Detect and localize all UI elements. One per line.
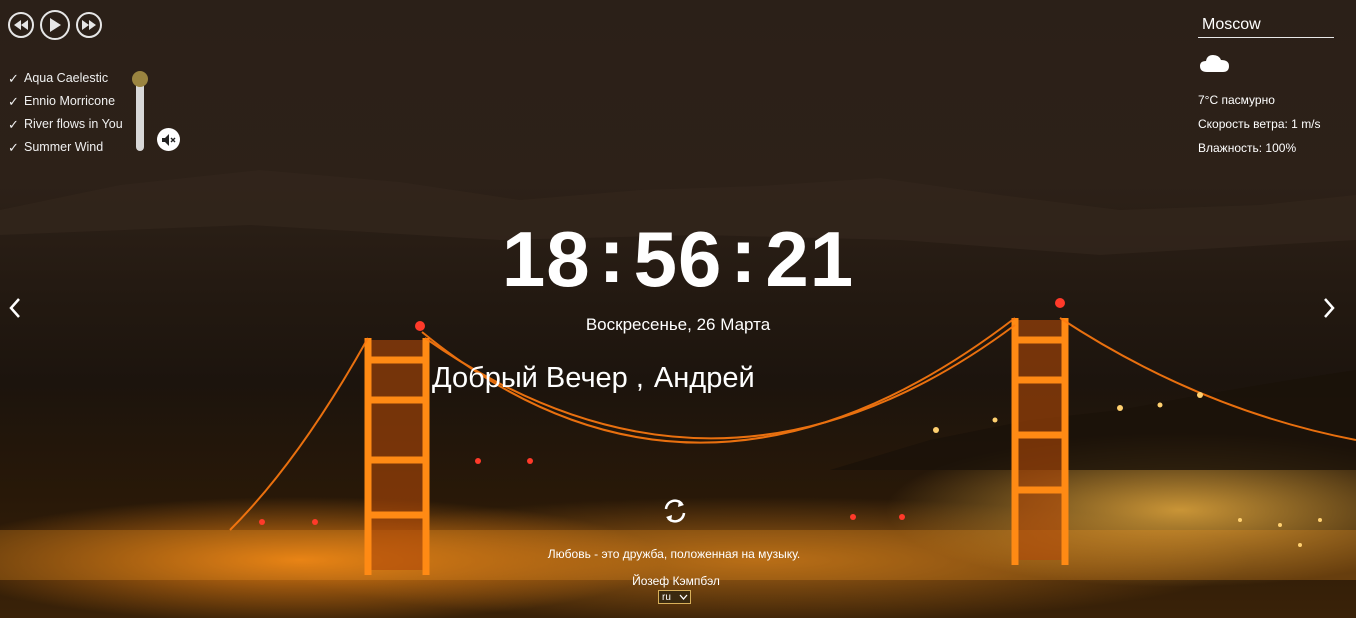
- volume-slider-handle[interactable]: [132, 71, 148, 87]
- clock-minutes: 56: [633, 215, 723, 303]
- fast-forward-button[interactable]: [76, 12, 102, 38]
- track-title: River flows in You: [24, 117, 123, 131]
- track-title: Aqua Caelestic: [24, 71, 109, 85]
- rewind-button[interactable]: [8, 12, 34, 38]
- bridge-tower-right: [1011, 318, 1069, 565]
- play-button[interactable]: [40, 10, 70, 40]
- clock-seconds: 21: [765, 215, 855, 303]
- cloud-icon: [1200, 55, 1229, 72]
- language-value: ru: [662, 591, 671, 603]
- track-title: Summer Wind: [24, 140, 104, 154]
- next-background-button[interactable]: [1318, 295, 1340, 321]
- chevron-down-icon: [679, 594, 688, 600]
- mute-button[interactable]: [157, 128, 180, 151]
- rewind-icon: [14, 20, 28, 30]
- chevron-left-icon: [9, 298, 20, 318]
- fast-forward-icon: [82, 20, 96, 30]
- playlist-item[interactable]: ✓ Summer Wind: [8, 136, 123, 159]
- speaker-muted-icon: [161, 133, 175, 146]
- weather-condition: 7°C пасмурно: [1198, 93, 1275, 107]
- refresh-icon: [664, 499, 686, 523]
- bridge-tower-left: [364, 338, 430, 575]
- playlist-item[interactable]: ✓ Ennio Morricone: [8, 90, 123, 113]
- humidity: Влажность: 100%: [1198, 141, 1297, 155]
- check-icon: ✓: [8, 140, 19, 155]
- player-controls: [8, 10, 102, 40]
- playlist-item[interactable]: ✓ Aqua Caelestic: [8, 67, 123, 90]
- clock-separator: :: [598, 211, 626, 299]
- playlist-item[interactable]: ✓ River flows in You: [8, 113, 123, 136]
- refresh-quote-button[interactable]: [660, 496, 690, 526]
- play-icon: [50, 18, 61, 32]
- clock-separator: :: [730, 211, 758, 299]
- clock: 18:56:21: [0, 211, 1356, 304]
- user-name[interactable]: Андрей: [654, 362, 755, 394]
- date: Воскресенье, 26 Марта: [585, 315, 771, 334]
- check-icon: ✓: [8, 71, 19, 86]
- greeting-text: Добрый Вечер ,: [432, 362, 644, 394]
- greeting: Добрый Вечер , Андрей: [432, 362, 755, 395]
- check-icon: ✓: [8, 117, 19, 132]
- wind-speed: Скорость ветра: 1 m/s: [1198, 117, 1321, 131]
- city-input[interactable]: [1198, 12, 1334, 38]
- track-title: Ennio Morricone: [24, 94, 116, 108]
- prev-background-button[interactable]: [4, 295, 26, 321]
- quote-text: Любовь - это дружба, положенная на музык…: [547, 547, 801, 561]
- check-icon: ✓: [8, 94, 19, 109]
- language-select[interactable]: ru: [658, 590, 691, 604]
- clock-hours: 18: [501, 215, 591, 303]
- quote-author: Йозеф Кэмпбэл: [632, 574, 720, 588]
- playlist: ✓ Aqua Caelestic ✓ Ennio Morricone ✓ River …: [8, 67, 123, 159]
- chevron-right-icon: [1324, 298, 1335, 318]
